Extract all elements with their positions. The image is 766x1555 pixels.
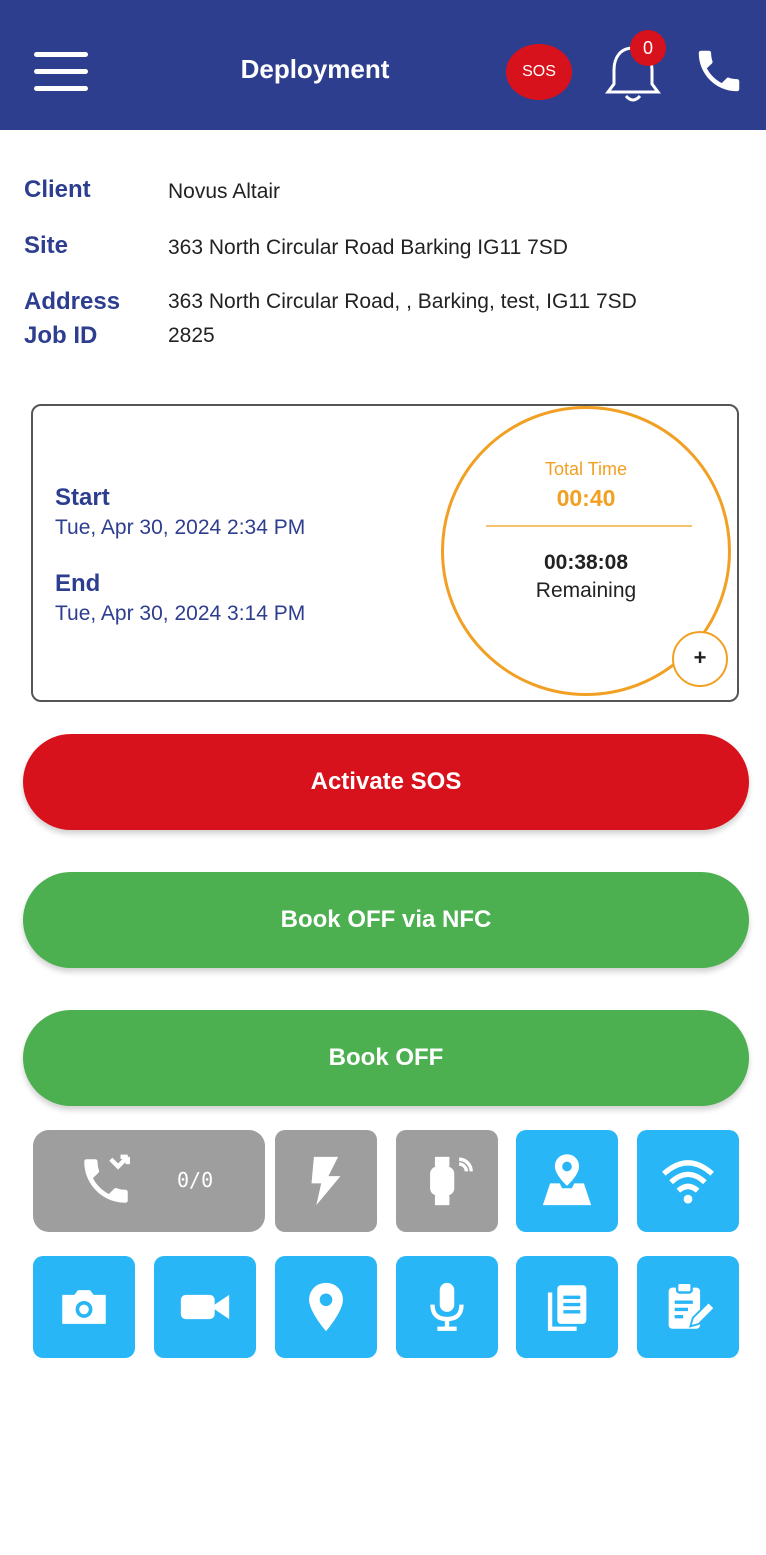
remaining-time-value: 00:38:08 [543, 551, 629, 574]
total-time-value: 00:40 [556, 485, 616, 511]
smartwatch-button[interactable] [396, 1130, 498, 1232]
notes-button[interactable] [637, 1256, 739, 1358]
client-value: Novus Altair [168, 180, 281, 203]
call-count: 0/0 [177, 1168, 214, 1192]
job-id-value: 2825 [168, 324, 215, 347]
book-off-button[interactable]: Book OFF [23, 1010, 749, 1106]
remaining-time-label: Remaining [535, 579, 637, 602]
video-button[interactable] [154, 1256, 256, 1358]
wifi-icon [662, 1160, 714, 1204]
missed-call-icon [84, 1154, 130, 1203]
wifi-button[interactable] [637, 1130, 739, 1232]
site-value: 363 North Circular Road Barking IG11 7SD [168, 236, 568, 259]
documents-icon [547, 1285, 587, 1331]
location-button[interactable] [275, 1256, 377, 1358]
notification-badge: 0 [630, 30, 666, 66]
flash-icon [311, 1156, 341, 1206]
end-value: Tue, Apr 30, 2024 3:14 PM [55, 602, 306, 625]
start-value: Tue, Apr 30, 2024 2:34 PM [55, 516, 306, 539]
address-value: 363 North Circular Road, , Barking, test… [168, 290, 637, 313]
start-label: Start [55, 484, 110, 511]
video-camera-icon [180, 1294, 230, 1320]
camera-icon [62, 1290, 106, 1324]
ring-divider [486, 525, 692, 527]
extend-time-button[interactable]: + [672, 631, 728, 687]
call-log-button[interactable]: 0/0 [33, 1130, 265, 1232]
clipboard-edit-icon [668, 1281, 716, 1329]
address-label: Address [24, 288, 121, 315]
flash-button[interactable] [275, 1130, 377, 1232]
job-id-label: Job ID [24, 322, 98, 349]
app-bar: Deployment SOS 0 [0, 0, 766, 130]
smartwatch-icon [430, 1156, 473, 1206]
time-ring: Total Time 00:40 00:38:08 Remaining + [441, 406, 731, 696]
phone-icon[interactable] [692, 44, 746, 98]
end-label: End [55, 570, 101, 597]
audio-record-button[interactable] [396, 1256, 498, 1358]
sos-header-button[interactable]: SOS [506, 44, 572, 100]
activate-sos-button[interactable]: Activate SOS [23, 734, 749, 830]
documents-button[interactable] [516, 1256, 618, 1358]
client-label: Client [24, 176, 91, 203]
map-button[interactable] [516, 1130, 618, 1232]
camera-button[interactable] [33, 1256, 135, 1358]
total-time-label: Total Time [544, 459, 628, 479]
book-off-nfc-button[interactable]: Book OFF via NFC [23, 872, 749, 968]
location-pin-icon [309, 1282, 343, 1332]
shift-time-card: Start Tue, Apr 30, 2024 2:34 PM End Tue,… [31, 404, 739, 702]
microphone-icon [430, 1282, 464, 1331]
site-label: Site [24, 232, 69, 259]
map-location-icon [542, 1154, 592, 1206]
